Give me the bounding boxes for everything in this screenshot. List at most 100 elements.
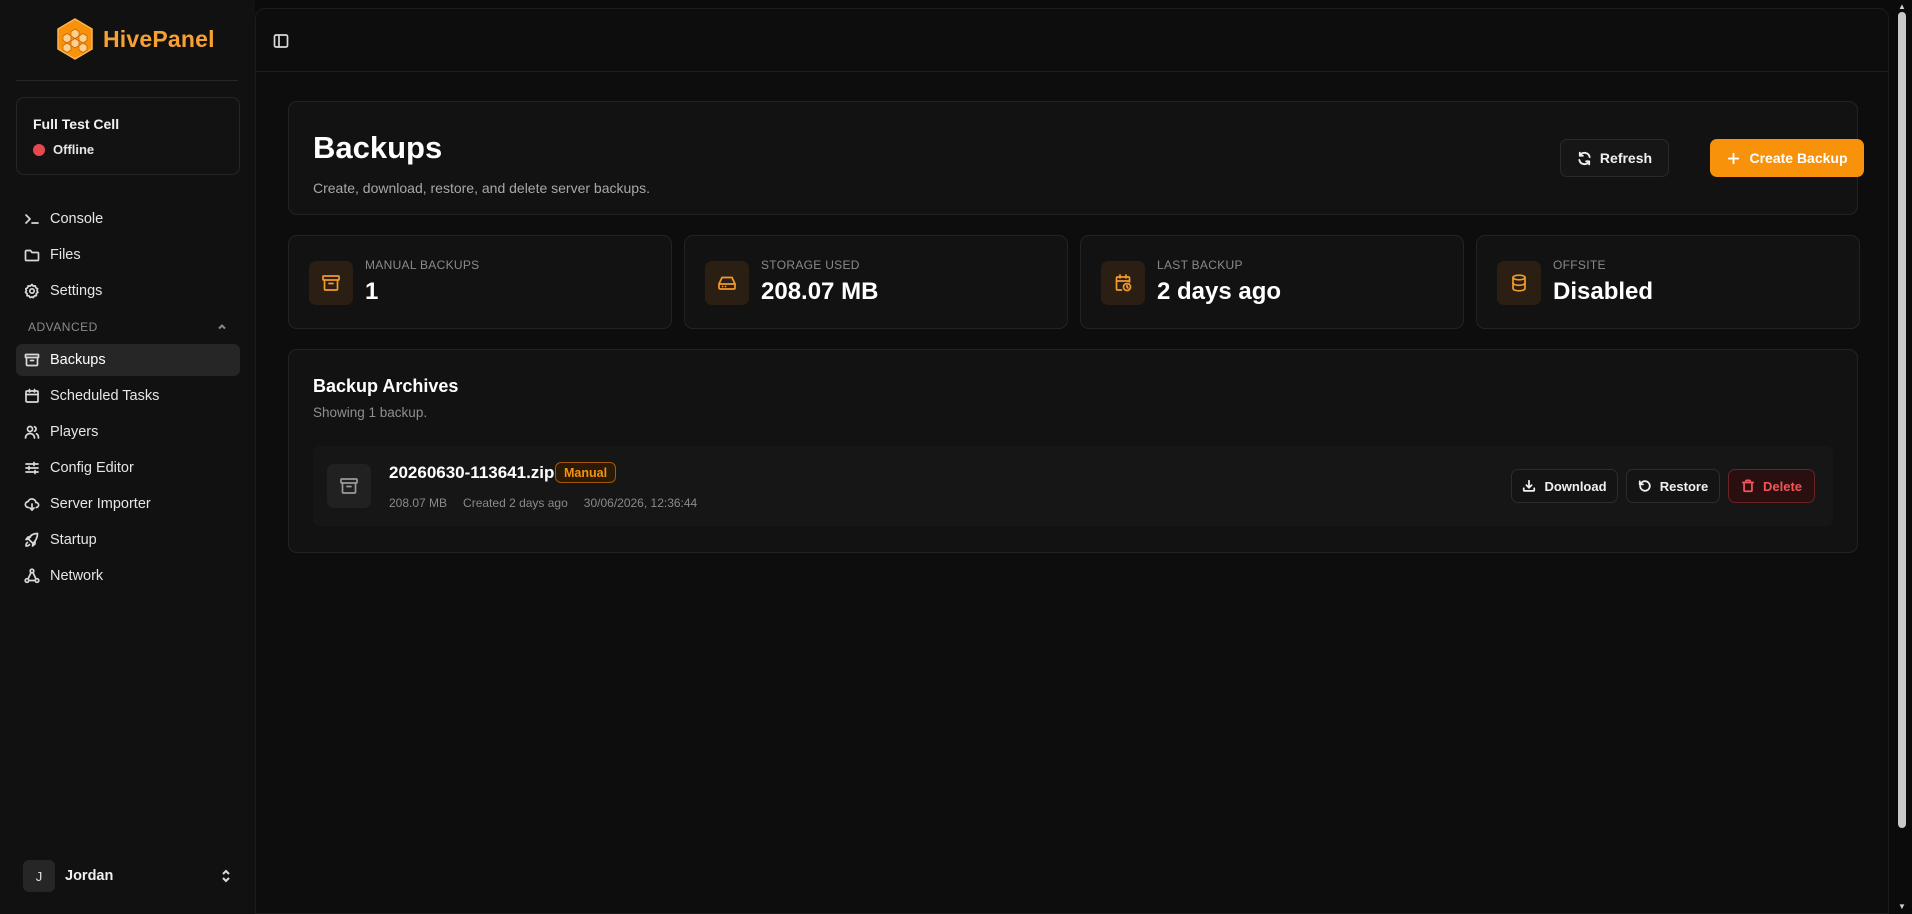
page-subtitle: Create, download, restore, and delete se… xyxy=(313,180,650,196)
advanced-nav: ADVANCED Backups Scheduled Tasks Players… xyxy=(16,314,240,592)
sliders-icon xyxy=(25,461,39,475)
sidebar-item-label: Console xyxy=(50,211,104,227)
sidebar-item-label: Config Editor xyxy=(50,460,134,476)
stat-card-offsite: OFFSITE Disabled xyxy=(1476,235,1860,329)
backup-archives-card: Backup Archives Showing 1 backup. 202606… xyxy=(288,349,1858,553)
list-item: 20260630-113641.zip Manual 208.07 MB Cre… xyxy=(313,446,1833,526)
sidebar-item-label: Scheduled Tasks xyxy=(50,388,160,404)
stat-value: 2 days ago xyxy=(1157,278,1282,305)
sidebar-item-label: Backups xyxy=(50,352,106,368)
server-card[interactable]: Full Test Cell Offline xyxy=(16,97,240,175)
status-badge: Manual xyxy=(555,462,617,483)
plus-icon xyxy=(1728,152,1740,164)
topbar xyxy=(256,9,1888,72)
rocket-icon xyxy=(25,532,39,547)
server-status: Offline xyxy=(33,142,94,157)
stat-value: Disabled xyxy=(1553,278,1654,305)
rotate-ccw-icon xyxy=(1638,480,1651,492)
stat-value: 1 xyxy=(365,278,379,305)
stat-card-last-backup: LAST BACKUP 2 days ago xyxy=(1080,235,1464,329)
delete-label: Delete xyxy=(1762,478,1803,494)
sidebar-toggle-button[interactable] xyxy=(273,33,289,49)
folder-icon xyxy=(24,249,40,262)
brand-name: HivePanel xyxy=(103,25,215,52)
brand-logo[interactable]: HivePanel xyxy=(53,17,215,61)
backup-file-name: 20260630-113641.zip xyxy=(389,463,555,482)
sidebar-item-label: Startup xyxy=(50,532,97,548)
sidebar: HivePanel Full Test Cell Offline Console… xyxy=(0,0,255,914)
backup-timestamp: 30/06/2026, 12:36:44 xyxy=(583,496,698,510)
sidebar-item-scheduled-tasks[interactable]: Scheduled Tasks xyxy=(16,380,240,412)
refresh-icon xyxy=(1578,151,1591,165)
stat-card-manual-backups: MANUAL BACKUPS 1 xyxy=(288,235,672,329)
scroll-up-arrow[interactable]: ▲ xyxy=(1896,2,1908,12)
sidebar-item-startup[interactable]: Startup xyxy=(16,524,240,556)
chevron-up-icon xyxy=(218,324,226,330)
stat-icon-wrap xyxy=(705,261,749,305)
users-icon xyxy=(24,425,40,439)
stat-label: OFFSITE xyxy=(1553,258,1606,272)
scrollbar-thumb[interactable] xyxy=(1898,12,1906,828)
main-content: Backups Create, download, restore, and d… xyxy=(255,8,1889,914)
hive-logo-icon xyxy=(57,18,93,60)
refresh-label: Refresh xyxy=(1599,150,1653,166)
user-menu[interactable]: J Jordan xyxy=(23,860,233,892)
cloud-download-icon xyxy=(24,498,40,511)
sidebar-item-console[interactable]: Console xyxy=(16,203,240,235)
sidebar-item-label: Server Importer xyxy=(50,496,151,512)
network-icon xyxy=(24,568,40,584)
scroll-down-arrow[interactable]: ▼ xyxy=(1896,902,1908,912)
create-backup-button[interactable]: Create Backup xyxy=(1710,139,1864,177)
sidebar-item-backups[interactable]: Backups xyxy=(16,344,240,376)
gear-icon xyxy=(24,283,39,299)
sidebar-item-label: Players xyxy=(50,424,99,440)
row-icon-wrap xyxy=(327,464,371,508)
terminal-icon xyxy=(25,214,39,224)
restore-label: Restore xyxy=(1659,478,1709,494)
user-name: Jordan xyxy=(65,868,114,884)
stat-label: STORAGE USED xyxy=(761,258,860,272)
calendar-icon xyxy=(25,388,39,403)
sidebar-item-files[interactable]: Files xyxy=(16,239,240,271)
stat-label: LAST BACKUP xyxy=(1157,258,1243,272)
trash-icon xyxy=(1741,479,1755,493)
create-backup-label: Create Backup xyxy=(1749,150,1848,166)
sidebar-item-config-editor[interactable]: Config Editor xyxy=(16,452,240,484)
sidebar-item-label: Network xyxy=(50,568,104,584)
status-dot-icon xyxy=(33,143,45,156)
page-header: Backups Create, download, restore, and d… xyxy=(288,101,1864,215)
avatar: J xyxy=(23,860,55,892)
backup-created: Created 2 days ago xyxy=(463,496,568,510)
archive-icon xyxy=(24,353,40,367)
sidebar-item-label: Files xyxy=(50,247,81,263)
chevrons-up-down-icon xyxy=(222,869,230,883)
divider xyxy=(16,80,238,81)
panel-left-icon xyxy=(273,34,289,48)
sidebar-item-players[interactable]: Players xyxy=(16,416,240,448)
database-icon xyxy=(1512,274,1526,292)
nav-section-label: ADVANCED xyxy=(28,320,98,334)
sidebar-item-network[interactable]: Network xyxy=(16,560,240,592)
backup-size: 208.07 MB xyxy=(389,496,448,510)
refresh-button[interactable]: Refresh xyxy=(1560,139,1669,177)
sidebar-item-server-importer[interactable]: Server Importer xyxy=(16,488,240,520)
delete-button[interactable]: Delete xyxy=(1728,469,1815,503)
restore-button[interactable]: Restore xyxy=(1626,469,1720,503)
download-icon xyxy=(1523,479,1536,492)
download-button[interactable]: Download xyxy=(1511,469,1618,503)
archive-icon xyxy=(322,275,340,291)
download-label: Download xyxy=(1544,478,1607,494)
stat-icon-wrap xyxy=(1101,261,1145,305)
archives-count: Showing 1 backup. xyxy=(313,405,428,420)
calendar-clock-icon xyxy=(1115,274,1132,292)
hard-drive-icon xyxy=(718,276,736,290)
page-title: Backups xyxy=(313,130,443,165)
primary-nav: Console Files Settings xyxy=(16,203,240,307)
stat-icon-wrap xyxy=(1497,261,1541,305)
archive-icon xyxy=(340,478,358,494)
stat-value: 208.07 MB xyxy=(761,278,879,305)
nav-section-advanced[interactable]: ADVANCED xyxy=(16,314,240,340)
sidebar-item-settings[interactable]: Settings xyxy=(16,275,240,307)
stat-icon-wrap xyxy=(309,261,353,305)
server-name: Full Test Cell xyxy=(33,116,120,132)
